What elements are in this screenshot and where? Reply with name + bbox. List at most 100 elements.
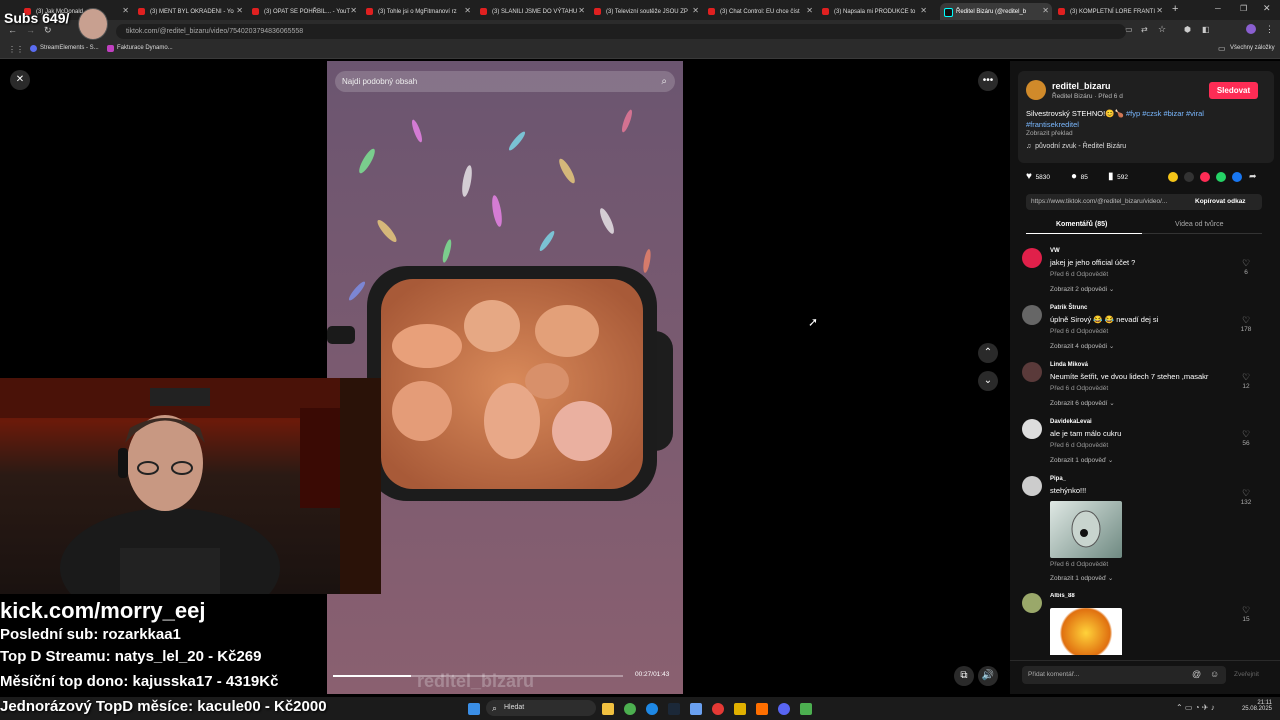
comment-meta[interactable]: Před 6 d Odpovědět xyxy=(1050,328,1108,335)
comment-meta[interactable]: Před 6 d Odpovědět xyxy=(1050,561,1108,568)
maximize-icon[interactable]: ❐ xyxy=(1240,4,1247,13)
browser-tab[interactable]: (3) OPAT SE POHŘBIL... - YouT ✕ xyxy=(248,3,360,20)
next-video-button[interactable]: ⌄ xyxy=(978,371,998,391)
profile-avatar[interactable] xyxy=(1246,24,1256,34)
hashtag-link[interactable]: #frantisekreditel xyxy=(1026,120,1079,129)
video-progress-track[interactable] xyxy=(333,675,623,677)
file-explorer-icon[interactable] xyxy=(602,703,614,715)
volume-button[interactable]: 🔊 xyxy=(978,666,998,686)
app-icon[interactable] xyxy=(734,703,746,715)
previous-video-button[interactable]: ⌃ xyxy=(978,343,998,363)
close-tab-icon[interactable]: ✕ xyxy=(1156,6,1163,15)
mention-icon[interactable]: @ xyxy=(1192,669,1201,679)
close-tab-icon[interactable]: ✕ xyxy=(1042,6,1049,15)
author-username[interactable]: reditel_bizaru xyxy=(1052,81,1111,91)
close-tab-icon[interactable]: ✕ xyxy=(578,6,585,15)
comment-like[interactable]: ♡ 56 xyxy=(1236,429,1256,447)
comment-user[interactable]: DavidekaLevai xyxy=(1050,419,1092,425)
view-replies[interactable]: Zobrazit 1 odpověď ⌄ xyxy=(1050,456,1113,464)
comment-meta[interactable]: Před 6 d Odpovědět xyxy=(1050,385,1108,392)
avatar[interactable] xyxy=(1022,593,1042,613)
coin-icon[interactable] xyxy=(1168,172,1178,182)
avatar[interactable] xyxy=(1022,248,1042,268)
more-options-button[interactable]: ••• xyxy=(978,71,998,91)
store-icon[interactable] xyxy=(690,703,702,715)
edge-icon[interactable] xyxy=(646,703,658,715)
browser-tab-active[interactable]: Ředitel Bizáru (@reditel_b ✕ xyxy=(940,3,1052,20)
close-tab-icon[interactable]: ✕ xyxy=(806,6,813,15)
tab-comments[interactable]: Komentářů (85) xyxy=(1056,221,1107,228)
translate-icon[interactable]: ⇄ xyxy=(1141,25,1148,34)
avatar[interactable] xyxy=(1022,419,1042,439)
share-link-text[interactable]: https://www.tiktok.com/@reditel_bizaru/v… xyxy=(1031,198,1185,205)
share-icon[interactable]: ➦ xyxy=(1249,171,1257,182)
comment-like[interactable]: ♡ 15 xyxy=(1236,605,1256,623)
follow-button[interactable]: Sledovat xyxy=(1209,82,1258,99)
embed-icon[interactable] xyxy=(1184,172,1194,182)
comment-like[interactable]: ♡ 178 xyxy=(1236,315,1256,333)
clock[interactable]: 21:11 25.08.2025 xyxy=(1240,700,1272,712)
comment-sticker-image[interactable] xyxy=(1050,608,1122,655)
new-tab-icon[interactable]: + xyxy=(1172,3,1178,15)
browser-tab[interactable]: (3) Televizní soutěže JSOU ZP ✕ xyxy=(590,3,702,20)
post-comment-button[interactable]: Zveřejnit xyxy=(1234,671,1259,678)
steam-icon[interactable] xyxy=(668,703,680,715)
pip-button[interactable]: ⧉ xyxy=(954,666,974,686)
discord-icon[interactable] xyxy=(778,703,790,715)
avatar[interactable] xyxy=(1022,362,1042,382)
view-replies[interactable]: Zobrazit 4 odpovědi ⌄ xyxy=(1050,342,1114,350)
system-tray-icons[interactable]: ⌃ ▭ ◔ ✈ ♪ xyxy=(1176,703,1215,712)
cast-icon[interactable]: ▭ xyxy=(1125,25,1133,34)
bookmark-item[interactable]: StreamElements - S... xyxy=(40,45,99,51)
reload-icon[interactable]: ↻ xyxy=(44,25,52,36)
view-replies[interactable]: Zobrazit 1 odpověď ⌄ xyxy=(1050,574,1113,582)
like-stat[interactable]: ♥ 5830 xyxy=(1026,171,1050,182)
close-tab-icon[interactable]: ✕ xyxy=(920,6,927,15)
url-field[interactable]: tiktok.com/@reditel_bizaru/video/7540203… xyxy=(116,24,1126,39)
send-icon[interactable] xyxy=(1200,172,1210,182)
copy-link-button[interactable]: Kopírovat odkaz xyxy=(1195,198,1246,205)
view-replies[interactable]: Zobrazit 6 odpovědí ⌄ xyxy=(1050,399,1115,407)
windows-start-icon[interactable] xyxy=(468,703,480,715)
translate-link[interactable]: Zobrazit překlad xyxy=(1026,130,1073,137)
minimize-icon[interactable]: ─ xyxy=(1215,4,1221,13)
sound-link[interactable]: ♫ původní zvuk - Ředitel Bizáru xyxy=(1026,143,1126,150)
comment-user[interactable]: Albis_88 xyxy=(1050,593,1075,599)
close-window-icon[interactable]: ✕ xyxy=(1263,3,1271,14)
close-tab-icon[interactable]: ✕ xyxy=(350,6,357,15)
browser-tab[interactable]: (3) SLANILI JSME DO VÝTAHU ✕ xyxy=(476,3,588,20)
tab-creator-videos[interactable]: Videa od tvůrce xyxy=(1175,221,1224,228)
browser-tab[interactable]: (3) MENT BYL OKRADENI - Yo ✕ xyxy=(134,3,246,20)
facebook-icon[interactable] xyxy=(1232,172,1242,182)
comment-like[interactable]: ♡ 12 xyxy=(1236,372,1256,390)
bookmark-star-icon[interactable]: ☆ xyxy=(1158,24,1166,35)
comment-meta[interactable]: Před 6 d Odpovědět xyxy=(1050,271,1108,278)
comment-like[interactable]: ♡ 132 xyxy=(1236,488,1256,506)
save-stat[interactable]: ▮ 592 xyxy=(1108,171,1128,182)
obs-icon[interactable] xyxy=(712,703,724,715)
comment-user[interactable]: Linda Miková xyxy=(1050,362,1088,368)
browser-tab[interactable]: (3) Chat Control: EU chce číst ✕ xyxy=(704,3,816,20)
emoji-icon[interactable]: ☺ xyxy=(1210,669,1219,679)
forward-icon[interactable]: → xyxy=(26,25,35,35)
author-avatar[interactable] xyxy=(1026,80,1046,100)
comment-user[interactable]: VW xyxy=(1050,248,1060,254)
bookmark-item[interactable]: Fakturace Dynamo... xyxy=(117,45,173,51)
comment-like[interactable]: ♡ 6 xyxy=(1236,258,1256,276)
comment-stat[interactable]: ● 85 xyxy=(1071,171,1088,182)
hashtags[interactable]: #fyp #czsk #bizar #viral xyxy=(1126,109,1204,118)
comment-meta[interactable]: Před 6 d Odpovědět xyxy=(1050,442,1108,449)
chrome-icon[interactable] xyxy=(624,703,636,715)
video-search-input[interactable]: Najdi podobný obsah ⌕ xyxy=(335,71,675,92)
close-video-button[interactable]: ✕ xyxy=(10,70,30,90)
view-replies[interactable]: Zobrazit 2 odpovědi ⌄ xyxy=(1050,285,1114,293)
browser-tab[interactable]: (3) KOMPLETNÍ LORE FRANTI ✕ xyxy=(1054,3,1166,20)
browser-tab[interactable]: (3) Tohle jsi o MgFitmanoví rz ✕ xyxy=(362,3,474,20)
close-tab-icon[interactable]: ✕ xyxy=(236,6,243,15)
menu-icon[interactable]: ⋮ xyxy=(1265,24,1274,35)
back-icon[interactable]: ← xyxy=(8,25,17,35)
comment-user[interactable]: Pipa_ xyxy=(1050,476,1066,482)
whatsapp-icon[interactable] xyxy=(1216,172,1226,182)
close-tab-icon[interactable]: ✕ xyxy=(692,6,699,15)
all-bookmarks[interactable]: Všechny záložky xyxy=(1230,45,1275,51)
